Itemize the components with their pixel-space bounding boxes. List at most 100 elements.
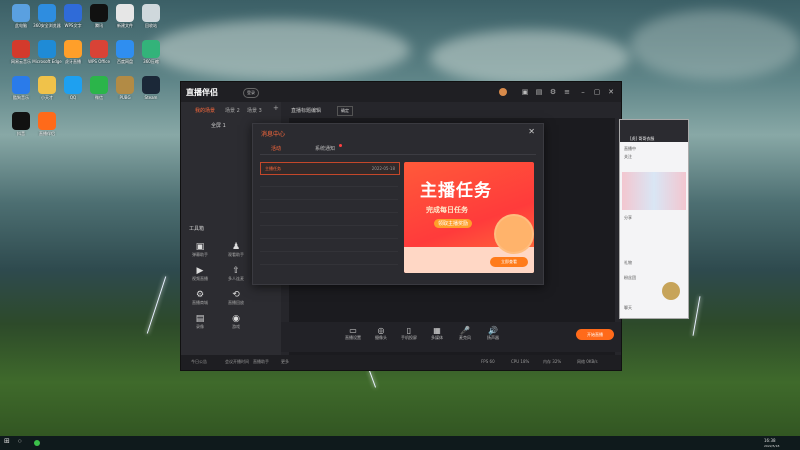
taskbar-clock[interactable]: 16:38 [764,438,776,443]
lightning-bolt [146,276,167,334]
status-item[interactable]: 今日公告 [191,359,207,365]
control-button[interactable]: 🔊 扬声器 [481,326,505,341]
minimize-icon[interactable]: – [579,88,587,96]
gift-icon[interactable]: ▣ [521,88,529,96]
app-icon [142,76,160,94]
message-row-empty [260,201,398,213]
tab-system-notice[interactable]: 系统通知 [315,145,335,152]
tool-label: 录像 [196,324,204,329]
start-icon[interactable]: ⊞ [4,437,10,445]
login-badge[interactable]: 登录 [243,88,259,98]
tool-button[interactable]: ♟ 观看助手 [221,242,251,258]
tool-icon: ▣ [195,242,205,252]
tool-button[interactable]: ▣ 弹幕助手 [185,242,215,258]
tool-button[interactable]: ⇧ 多人连麦 [221,266,251,282]
side-line: 聊天 [624,305,632,310]
status-item[interactable]: 直播助手 [253,359,269,365]
side-line[interactable]: 关注 [624,154,632,160]
tool-button[interactable]: ⟲ 直播回放 [221,290,251,306]
tab-activity[interactable]: 活动 [271,145,281,152]
desktop-icon-label: 360压缩 [143,59,159,64]
status-item: 网络 0KB/s [577,359,598,364]
dialog-close-icon[interactable]: ✕ [528,127,535,136]
menu-icon[interactable]: ≡ [563,88,571,96]
side-title: [虎] 哥哥衣服 [630,136,655,141]
avatar[interactable] [499,88,507,96]
add-scene-button[interactable]: + [273,104,279,112]
tool-button[interactable]: ▶ 视频直播 [185,266,215,282]
tab-my-scene[interactable]: 我的场景 [195,107,215,114]
side-avatar[interactable] [662,282,680,300]
tool-button[interactable]: ⚙ 直播商城 [185,290,215,306]
tab-scene-3[interactable]: 场景 3 [247,107,262,114]
control-icon: ◎ [377,326,385,335]
control-label: 麦克风 [459,335,471,340]
control-label: 扬声器 [487,335,499,340]
side-thumbnail[interactable] [622,172,686,210]
app-icon [142,4,160,22]
maximize-icon[interactable]: ▢ [593,88,601,96]
app-icon [90,40,108,58]
status-item: FPS 60 [481,359,495,364]
side-line: 粉丝团 [624,275,636,280]
control-icon: ▦ [433,326,441,335]
side-line[interactable]: 分享 [624,215,632,221]
app-icon [12,112,30,130]
tool-button[interactable]: ▤ 录像 [185,314,215,330]
app-icon [116,76,134,94]
message-row-empty [260,214,398,226]
status-item[interactable]: 更多 [281,359,289,365]
control-label: 直播设置 [345,335,361,340]
taskbar-date[interactable]: 2022/5/18 [764,444,779,448]
status-item: CPU 18% [511,359,530,364]
desktop-icon[interactable]: 360压缩 [136,40,166,74]
tool-label: 游戏 [232,324,240,329]
scene-item[interactable]: 全屏 1 [211,122,226,129]
settings-icon[interactable]: ⚙ [549,88,557,96]
browser-icon[interactable] [34,440,40,446]
control-bar [281,322,621,352]
control-icon: ▭ [349,326,357,335]
tool-icon: ⇧ [232,266,240,276]
app-icon [64,76,82,94]
control-label: 手机投屏 [401,335,417,340]
stream-title-confirm[interactable]: 确定 [337,106,353,116]
close-icon[interactable]: ✕ [607,88,615,96]
control-button[interactable]: ◎ 摄像头 [369,326,393,341]
app-icon [64,40,82,58]
start-live-button[interactable]: 开始直播 [576,329,614,340]
app-icon [64,4,82,22]
tool-icon: ▶ [196,266,204,276]
tool-label: 弹幕助手 [192,252,208,257]
message-row[interactable]: 主播任务 2022-05-18 [260,162,400,175]
divider [260,154,536,155]
tab-scene-2[interactable]: 场景 2 [225,107,240,114]
tool-icon: ⟲ [232,290,240,300]
banner-title: 主播任务 [420,181,492,201]
task-banner[interactable]: 主播任务 完成每日任务 领取主播奖励 立即查看 [404,162,534,273]
message-row-empty [260,253,398,265]
control-button[interactable]: ▦ 多媒体 [425,326,449,341]
app-icon [116,4,134,22]
control-button[interactable]: ▭ 直播设置 [341,326,365,341]
tool-label: 视频直播 [192,276,208,281]
tool-button[interactable]: ◉ 游戏 [221,314,251,330]
desktop-icon-label: 回收站 [145,23,157,28]
app-icon [12,40,30,58]
desktop-icon[interactable]: 回收站 [136,4,166,38]
banner-view-button[interactable]: 立即查看 [490,257,528,267]
search-icon[interactable]: ○ [18,438,22,443]
desktop-icon[interactable]: Steam [136,76,166,110]
message-icon[interactable]: ▤ [535,88,543,96]
control-label: 多媒体 [431,335,443,340]
app-icon [90,4,108,22]
mascot-image [494,214,534,254]
side-line: 礼物 [624,260,632,265]
control-icon: 🔊 [488,326,498,335]
control-button[interactable]: ▯ 手机投屏 [397,326,421,341]
banner-reward-pill: 领取主播奖励 [434,219,473,228]
cloud [430,30,630,85]
status-item[interactable]: 会议开播时间 [225,359,249,365]
control-button[interactable]: 🎤 麦克风 [453,326,477,341]
desktop-icon[interactable]: 直播伴侣 [32,112,62,146]
